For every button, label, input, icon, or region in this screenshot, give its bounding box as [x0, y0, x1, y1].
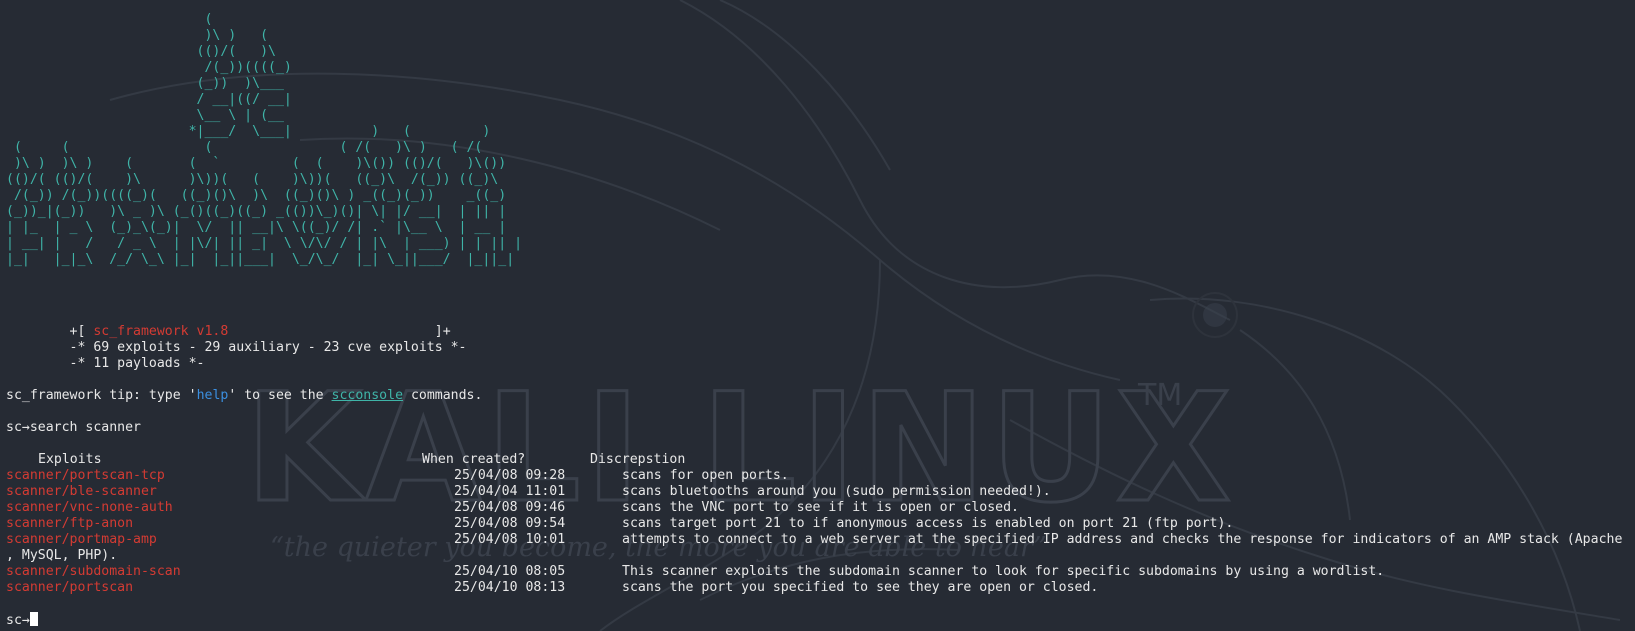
exploit-description: attempts to connect to a web server at t… — [622, 532, 1623, 547]
framework-name: sc_framework v1.8 — [93, 324, 229, 339]
table-row: scanner/ftp-anon 25/04/08 09:54 scans targ… — [6, 516, 1631, 532]
text-cursor — [29, 612, 38, 626]
exploit-description: scans for open ports. — [622, 468, 789, 483]
prompt: sc→ — [6, 420, 30, 435]
help-command: help — [196, 388, 229, 403]
exploit-name: scanner/vnc-none-auth — [6, 500, 173, 515]
header-description: Discrepstion — [590, 452, 686, 467]
payload-count-line: -* 11 payloads *- — [6, 356, 205, 371]
command-text: search scanner — [29, 420, 141, 435]
prompt: sc→ — [6, 613, 30, 628]
exploit-description: scans target port 21 to if anonymous acc… — [622, 516, 1234, 531]
tip-line: sc_framework tip: type 'help' to see the… — [6, 388, 483, 403]
table-row: scanner/portscan-tcp 25/04/08 09:28 scans … — [6, 468, 1631, 484]
scconsole-link[interactable]: scconsole — [332, 388, 403, 403]
created-date: 25/04/08 09:28 — [454, 468, 566, 483]
module-count-line: -* 69 exploits - 29 auxiliary - 23 cve e… — [6, 340, 467, 355]
results-table: scanner/portscan-tcp 25/04/08 09:28 scans … — [6, 468, 1631, 596]
table-row: scanner/ble-scanner 25/04/04 11:01 scans b… — [6, 484, 1631, 500]
exploit-name: scanner/ble-scanner — [6, 484, 157, 499]
description-continuation: , MySQL, PHP). — [6, 548, 118, 563]
table-row: scanner/portscan 25/04/10 08:13 scans the … — [6, 580, 1631, 596]
results-table-header: Exploits When created? Discrepstion — [6, 452, 1631, 468]
input-prompt-line[interactable]: sc→ — [6, 612, 1631, 628]
created-date: 25/04/10 08:13 — [454, 580, 566, 595]
created-date: 25/04/10 08:05 — [454, 564, 566, 579]
exploit-name: scanner/portmap-amp — [6, 532, 157, 547]
created-date: 25/04/08 09:46 — [454, 500, 566, 515]
table-row: scanner/portmap-amp 25/04/08 10:01 attempt… — [6, 532, 1631, 548]
exploit-description: scans bluetooths around you (sudo permis… — [622, 484, 1051, 499]
header-exploits: Exploits — [38, 452, 102, 467]
terminal-output: ( )\ ) ( (()/( )\ /(_))((((_) (_)) )\___… — [6, 12, 1631, 628]
search-command-line: sc→search scanner — [6, 420, 1631, 436]
created-date: 25/04/04 11:01 — [454, 484, 566, 499]
exploit-name: scanner/portscan-tcp — [6, 468, 165, 483]
ascii-banner: ( )\ ) ( (()/( )\ /(_))((((_) (_)) )\___… — [6, 12, 523, 267]
exploit-description: scans the VNC port to see if it is open … — [622, 500, 1019, 515]
framework-version-line: +[ sc_framework v1.8 ]+ — [6, 324, 451, 339]
created-date: 25/04/08 09:54 — [454, 516, 566, 531]
exploit-description: This scanner exploits the subdomain scan… — [622, 564, 1385, 579]
table-row: scanner/vnc-none-auth 25/04/08 09:46 scans… — [6, 500, 1631, 516]
exploit-name: scanner/portscan — [6, 580, 134, 595]
exploit-description: scans the port you specified to see they… — [622, 580, 1099, 595]
table-row: scanner/subdomain-scan 25/04/10 08:05 This… — [6, 564, 1631, 580]
created-date: 25/04/08 10:01 — [454, 532, 566, 547]
terminal-window[interactable]: KALI LINUX TM “the quieter you become, t… — [0, 0, 1635, 631]
exploit-name: scanner/subdomain-scan — [6, 564, 181, 579]
header-when-created: When created? — [422, 452, 526, 467]
exploit-name: scanner/ftp-anon — [6, 516, 134, 531]
